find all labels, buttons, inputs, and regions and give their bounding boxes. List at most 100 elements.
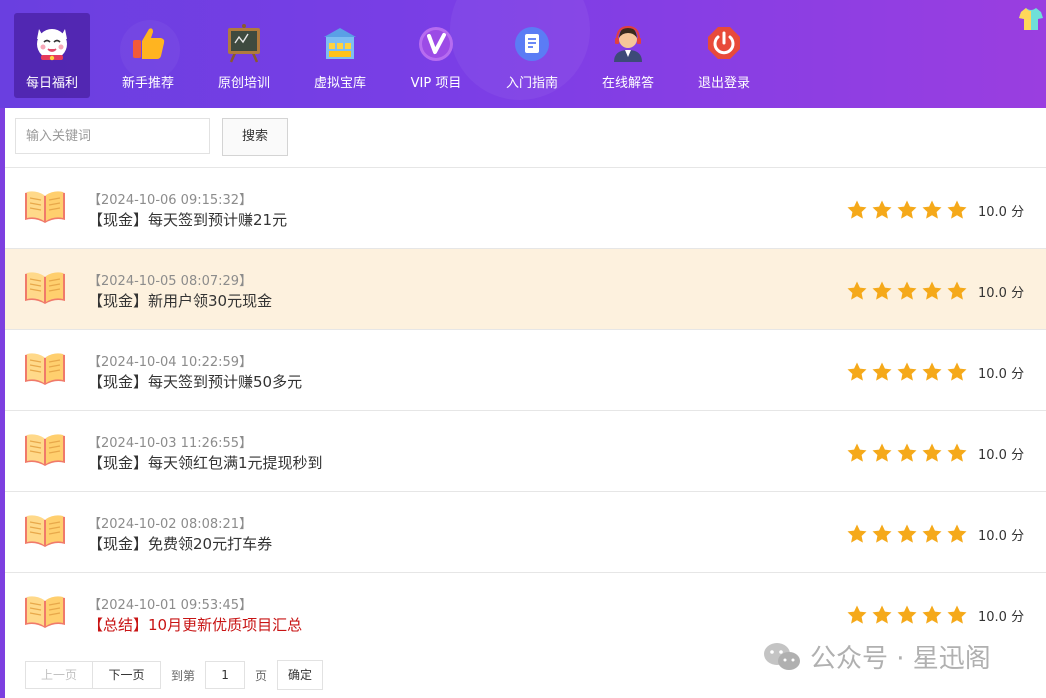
item-score: 10.0 分: [978, 286, 1025, 301]
book-icon: [23, 592, 67, 632]
star-icon: [946, 442, 968, 464]
guide-icon: [512, 23, 552, 63]
item-title-link[interactable]: 【现金】每天签到预计赚21元: [88, 209, 287, 230]
star-icon: [921, 361, 943, 383]
nav-item-vip-project[interactable]: VIP 项目: [398, 13, 474, 98]
nav-item-label: 新手推荐: [121, 76, 174, 91]
nav-item-label: VIP 项目: [410, 76, 462, 91]
star-icon: [896, 280, 918, 302]
search-input[interactable]: [15, 118, 210, 154]
star-icon: [896, 523, 918, 545]
star-icon: [946, 361, 968, 383]
item-title-link[interactable]: 【现金】免费领20元打车券: [88, 533, 272, 554]
item-title-link[interactable]: 【现金】每天签到预计赚50多元: [88, 371, 302, 392]
star-icon: [946, 523, 968, 545]
tshirt-icon[interactable]: [1018, 6, 1044, 32]
item-score: 10.0 分: [978, 367, 1025, 382]
star-rating: [846, 199, 971, 221]
nav-item-label: 每日福利: [25, 76, 78, 91]
item-title-link[interactable]: 【总结】10月更新优质项目汇总: [88, 614, 302, 635]
star-icon: [921, 604, 943, 626]
item-score: 10.0 分: [978, 448, 1025, 463]
power-icon: [704, 23, 744, 63]
page-unit-label: 页: [255, 668, 268, 683]
item-date: 【2024-10-06 09:15:32】: [88, 193, 253, 208]
confirm-page-button[interactable]: 确定: [277, 660, 324, 690]
star-icon: [871, 280, 893, 302]
star-rating: [846, 523, 971, 545]
nav-item-label: 虚拟宝库: [313, 76, 366, 91]
pagination: 上一页 下一页 到第 页 确定: [25, 660, 324, 690]
list-item[interactable]: 【2024-10-03 11:26:55】 【现金】每天领红包满1元提现秒到 10.…: [5, 410, 1046, 491]
treasure-store-icon: [320, 23, 360, 63]
next-page-button[interactable]: 下一页: [93, 661, 161, 689]
star-icon: [871, 442, 893, 464]
list-item[interactable]: 【2024-10-05 08:07:29】 【现金】新用户领30元现金 10.0 分: [5, 248, 1046, 329]
book-icon: [23, 349, 67, 389]
item-score: 10.0 分: [978, 205, 1025, 220]
star-icon: [946, 604, 968, 626]
vip-icon: [416, 23, 456, 63]
list-item[interactable]: 【2024-10-02 08:08:21】 【现金】免费领20元打车券 10.0 分: [5, 491, 1046, 572]
list-item[interactable]: 【2024-10-04 10:22:59】 【现金】每天签到预计赚50多元 10.0…: [5, 329, 1046, 410]
nav-item-label: 退出登录: [697, 76, 750, 91]
nav-item-logout[interactable]: 退出登录: [686, 13, 762, 98]
item-date: 【2024-10-05 08:07:29】: [88, 274, 253, 289]
page-number-input[interactable]: [205, 661, 246, 689]
list-item[interactable]: 【2024-10-06 09:15:32】 【现金】每天签到预计赚21元 10.0 …: [5, 167, 1046, 248]
star-icon: [896, 361, 918, 383]
book-icon: [23, 268, 67, 308]
item-date: 【2024-10-04 10:22:59】: [88, 355, 253, 370]
content-panel: 搜索 【2024-10-06 09:15:32】【现金】每天签到预计赚21元 10…: [5, 108, 1046, 698]
book-icon: [23, 511, 67, 551]
nav-item-original-training[interactable]: 原创培训: [206, 13, 282, 98]
item-title-link[interactable]: 【现金】每天领红包满1元提现秒到: [88, 452, 323, 473]
nav-item-getting-started[interactable]: 入门指南: [494, 13, 570, 98]
star-icon: [846, 604, 868, 626]
item-score: 10.0 分: [978, 610, 1025, 625]
prev-page-button[interactable]: 上一页: [25, 661, 93, 689]
article-list: 【2024-10-06 09:15:32】 【现金】每天签到预计赚21元 10.0 …: [5, 167, 1046, 653]
nav-item-online-answers[interactable]: 在线解答: [590, 13, 666, 98]
star-rating: [846, 604, 971, 626]
watermark: 公众号 · 星迅阁: [762, 638, 991, 675]
star-rating: [846, 361, 971, 383]
star-rating: [846, 442, 971, 464]
star-icon: [846, 199, 868, 221]
nav-item-virtual-treasure[interactable]: 虚拟宝库: [302, 13, 378, 98]
nav-item-label: 在线解答: [601, 76, 654, 91]
watermark-text: 公众号 · 星迅阁: [810, 644, 991, 674]
wechat-icon: [762, 641, 802, 673]
support-agent-icon: [608, 23, 648, 63]
star-icon: [921, 199, 943, 221]
star-icon: [946, 199, 968, 221]
top-nav-bar: 每日福利 新手推荐 原创培训 虚拟宝库 VIP 项目 入门指南 在线解答 退出登…: [0, 0, 1046, 108]
book-icon: [23, 187, 67, 227]
item-date: 【2024-10-02 08:08:21】: [88, 517, 253, 532]
nav-item-newbie-recommend[interactable]: 新手推荐: [110, 13, 186, 98]
book-icon: [23, 430, 67, 470]
star-icon: [921, 442, 943, 464]
nav-item-label: 入门指南: [505, 76, 558, 91]
star-icon: [846, 280, 868, 302]
lucky-cat-icon: [32, 23, 72, 63]
star-icon: [921, 280, 943, 302]
star-icon: [896, 199, 918, 221]
thumbs-up-icon: [128, 23, 168, 63]
nav-item-daily-welfare[interactable]: 每日福利: [14, 13, 90, 98]
search-button[interactable]: 搜索: [222, 118, 288, 156]
star-icon: [871, 199, 893, 221]
item-date: 【2024-10-01 09:53:45】: [88, 598, 253, 613]
star-icon: [846, 361, 868, 383]
star-icon: [896, 604, 918, 626]
main-nav: 每日福利 新手推荐 原创培训 虚拟宝库 VIP 项目 入门指南 在线解答 退出登…: [14, 13, 782, 98]
star-icon: [846, 523, 868, 545]
item-title-link[interactable]: 【现金】新用户领30元现金: [88, 290, 272, 311]
star-icon: [946, 280, 968, 302]
star-rating: [846, 280, 971, 302]
star-icon: [846, 442, 868, 464]
goto-label: 到第: [171, 668, 196, 683]
star-icon: [896, 442, 918, 464]
star-icon: [871, 523, 893, 545]
star-icon: [921, 523, 943, 545]
